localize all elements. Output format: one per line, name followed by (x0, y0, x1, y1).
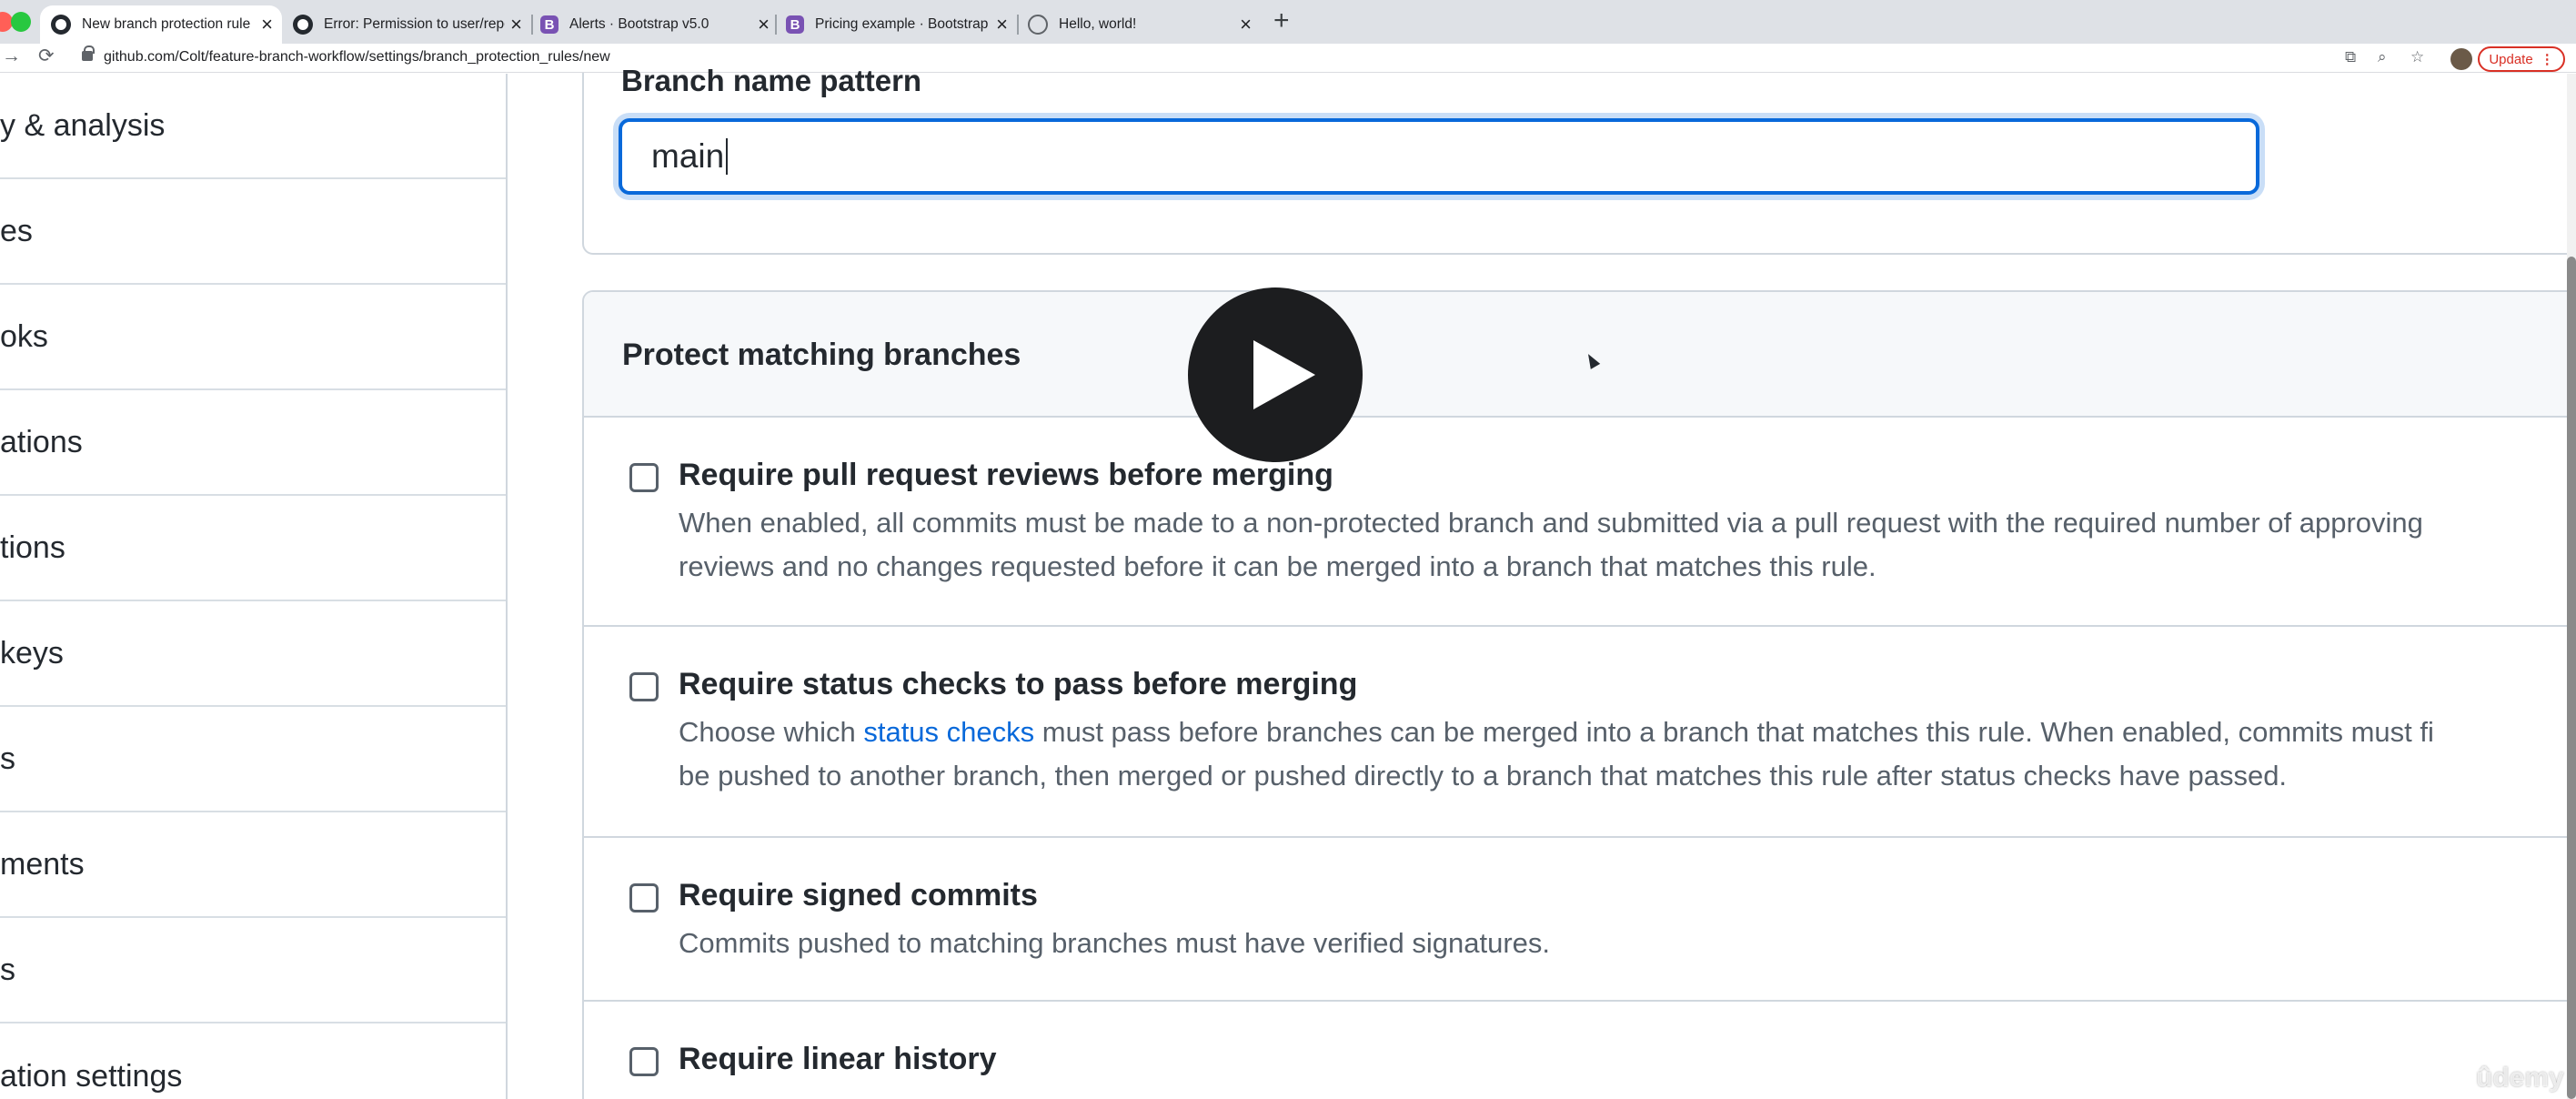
tab-separator (531, 15, 533, 35)
translate-icon[interactable]: ⧉ (2345, 49, 2356, 65)
play-icon (1253, 340, 1315, 409)
sidebar-item-notifications[interactable]: ations (0, 390, 506, 496)
tab-new-branch-protection-rule[interactable]: New branch protection rule × (40, 5, 282, 44)
require-pr-reviews-checkbox[interactable] (629, 463, 659, 492)
video-play-button[interactable] (1188, 287, 1363, 462)
browser-tab-bar: New branch protection rule × Error: Perm… (0, 0, 2576, 44)
profile-avatar[interactable] (2450, 48, 2472, 70)
branch-name-pattern-input[interactable]: main (619, 118, 2259, 195)
tab-permission-error[interactable]: Error: Permission to user/repo… × (291, 5, 529, 44)
globe-icon (1028, 15, 1048, 35)
udemy-watermark: ûdemy (2476, 1063, 2564, 1093)
bootstrap-icon: B (540, 15, 558, 34)
zoom-window-button[interactable] (11, 12, 31, 32)
sidebar-item-webhooks[interactable]: oks (0, 285, 506, 390)
rule-description: be pushed to another branch, then merged… (679, 760, 2288, 791)
close-tab-icon[interactable]: × (261, 15, 273, 35)
sidebar-item-environments[interactable]: ments (0, 812, 506, 918)
rule-description: Commits pushed to matching branches must… (679, 927, 1551, 959)
rule-description: reviews and no changes requested before … (679, 550, 1877, 582)
screen: New branch protection rule × Error: Perm… (0, 0, 2576, 1099)
bookmark-star-icon[interactable]: ☆ (2410, 49, 2424, 65)
close-tab-icon[interactable]: × (510, 15, 522, 35)
sidebar-item-branches[interactable]: es (0, 179, 506, 285)
require-linear-history-checkbox[interactable] (629, 1047, 659, 1076)
rule-title: Require linear history (679, 1042, 997, 1076)
sidebar-item-moderation-settings[interactable]: ation settings (0, 1023, 506, 1099)
settings-sidebar: y & analysis es oks ations tions keys s … (0, 74, 508, 1099)
browser-toolbar: → ⟳ github.com/Colt/feature-branch-workf… (0, 44, 2576, 73)
rule-require-linear-history: Require linear history (584, 1002, 2576, 1099)
address-bar[interactable]: github.com/Colt/feature-branch-workflow/… (104, 49, 610, 66)
github-icon (293, 15, 313, 35)
new-tab-button[interactable]: + (1273, 7, 1290, 35)
close-tab-icon[interactable]: × (758, 15, 770, 35)
panel-title: Protect matching branches (622, 338, 1021, 372)
github-icon (51, 15, 71, 35)
tab-separator (775, 15, 777, 35)
tab-alerts-bootstrap[interactable]: B Alerts · Bootstrap v5.0 × (538, 5, 777, 44)
reload-icon[interactable]: ⟳ (38, 46, 55, 66)
bootstrap-icon: B (786, 15, 804, 34)
rule-title: Require status checks to pass before mer… (679, 667, 1358, 701)
text-caret (726, 138, 729, 175)
close-tab-icon[interactable]: × (1240, 15, 1252, 35)
sidebar-item-actions[interactable]: s (0, 707, 506, 812)
rule-require-signed-commits: Require signed commits Commits pushed to… (584, 838, 2576, 1002)
more-menu-icon: ⋮ (2540, 52, 2554, 67)
sidebar-item-integrations[interactable]: tions (0, 496, 506, 601)
require-signed-commits-checkbox[interactable] (629, 883, 659, 912)
sidebar-item-deploy-keys[interactable]: keys (0, 601, 506, 707)
rule-require-pr-reviews: Require pull request reviews before merg… (584, 418, 2576, 627)
tab-hello-world[interactable]: Hello, world! × (1026, 5, 1259, 44)
update-button[interactable]: Update ⋮ (2478, 46, 2565, 72)
branch-name-pattern-label: Branch name pattern (621, 64, 922, 97)
back-arrow-icon[interactable]: → (2, 46, 21, 66)
protect-matching-branches-panel: Protect matching branches Require pull r… (582, 290, 2576, 1099)
rule-require-status-checks: Require status checks to pass before mer… (584, 627, 2576, 838)
tab-pricing-bootstrap[interactable]: B Pricing example · Bootstrap v5… × (784, 5, 1015, 44)
page-scrollbar-thumb[interactable] (2567, 257, 2576, 1099)
lock-icon (82, 45, 95, 61)
rule-description: Choose which status checks must pass bef… (679, 716, 2434, 748)
rule-description: When enabled, all commits must be made t… (679, 507, 2423, 539)
status-checks-link[interactable]: status checks (863, 716, 1034, 748)
panel-header: Protect matching branches (584, 292, 2576, 418)
zoom-icon[interactable]: ⌕ (2378, 49, 2387, 65)
close-tab-icon[interactable]: × (996, 15, 1008, 35)
require-status-checks-checkbox[interactable] (629, 672, 659, 701)
sidebar-item-security-analysis[interactable]: y & analysis (0, 74, 506, 179)
tab-separator (1017, 15, 1019, 35)
rule-title: Require signed commits (679, 878, 1038, 912)
rule-title: Require pull request reviews before merg… (679, 458, 1333, 492)
sidebar-item-secrets[interactable]: s (0, 918, 506, 1023)
